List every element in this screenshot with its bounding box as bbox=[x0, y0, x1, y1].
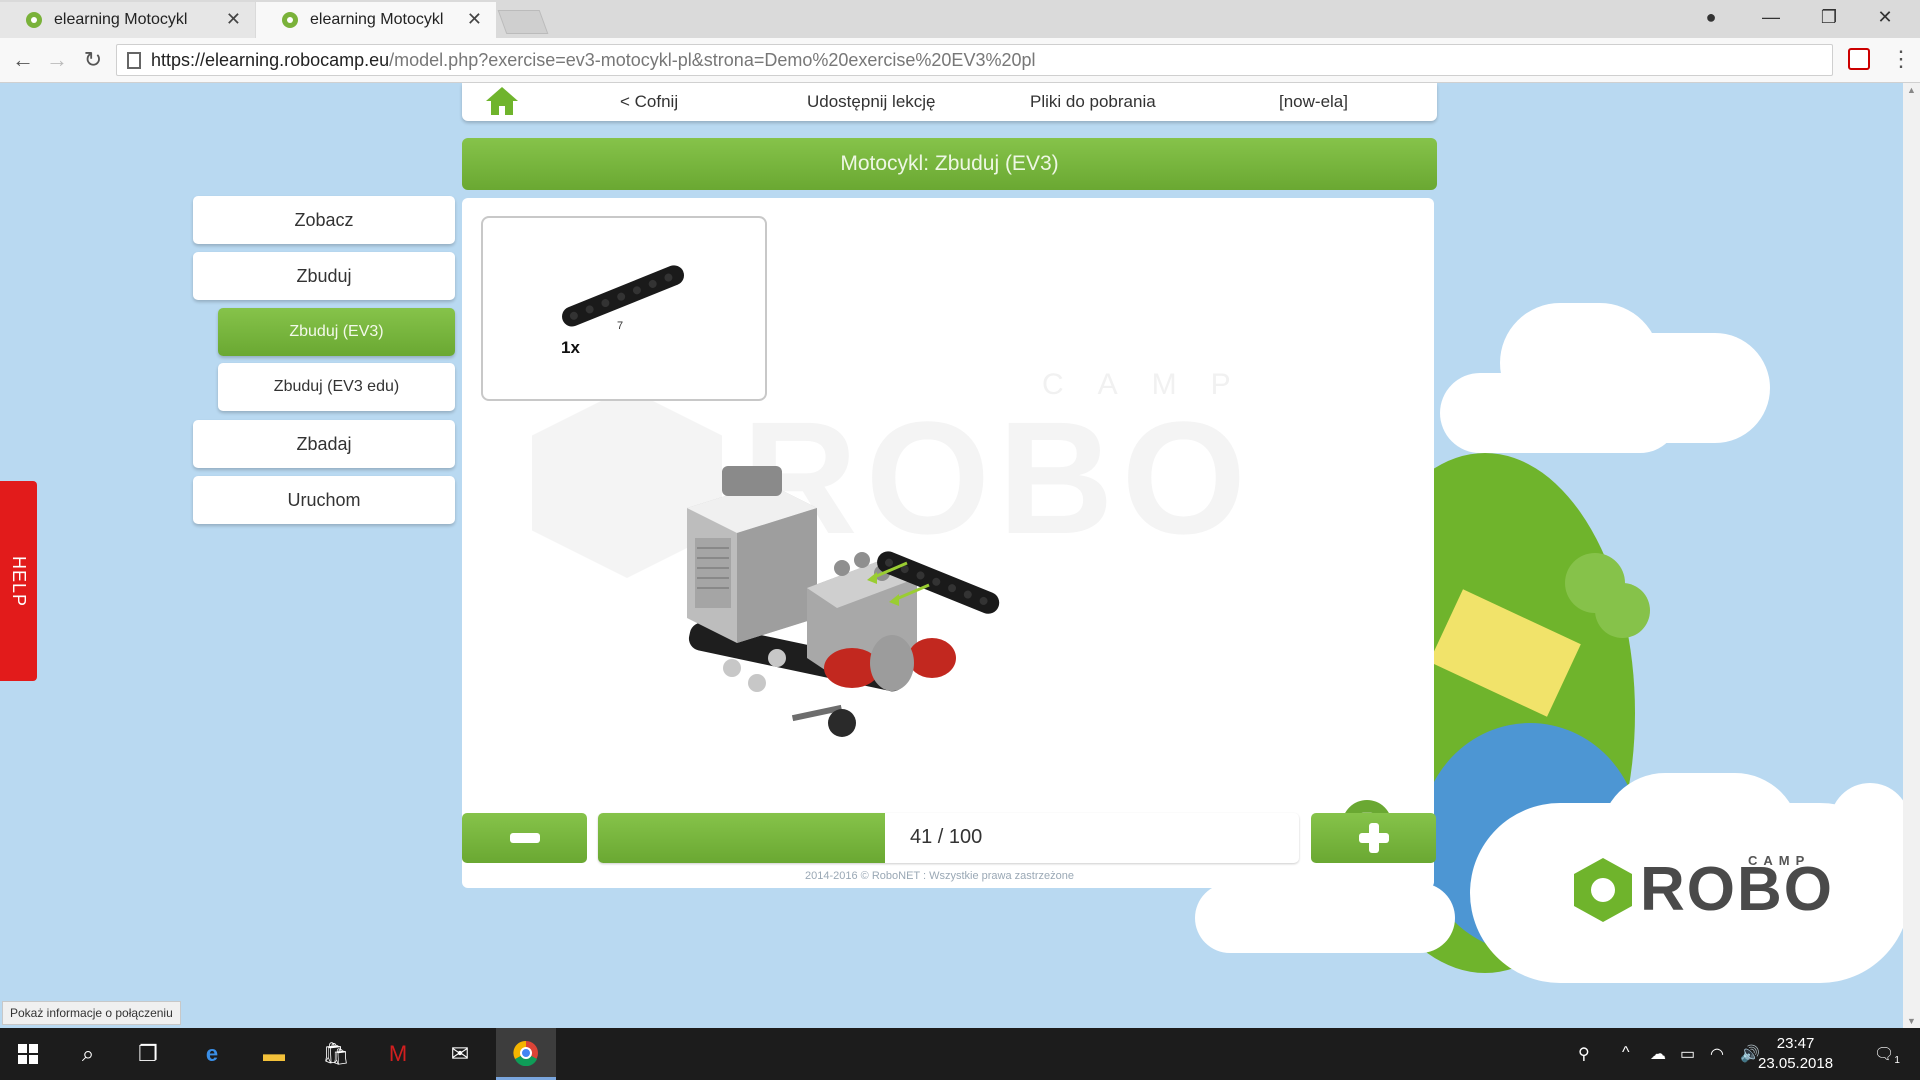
url-path: /model.php?exercise=ev3-motocykl-pl&stro… bbox=[389, 49, 1036, 70]
sidebar-item-zbuduj-ev3-edu[interactable]: Zbuduj (EV3 edu) bbox=[218, 363, 455, 411]
instruction-panel: ROBO CAMP 7 1x bbox=[462, 198, 1434, 888]
tab-title: elearning Motocykl bbox=[310, 11, 444, 28]
browser-toolbar: ← → ↻ https://elearning.robocamp.eu /mod… bbox=[0, 38, 1920, 83]
new-tab-button[interactable] bbox=[497, 10, 549, 34]
build-step-illustration bbox=[687, 466, 1000, 737]
watermark-camp-text: CAMP bbox=[1042, 368, 1265, 401]
close-tab-icon[interactable]: ✕ bbox=[467, 9, 482, 30]
store-icon[interactable]: 🛍 bbox=[308, 1028, 364, 1080]
edge-browser-icon[interactable]: e bbox=[184, 1028, 240, 1080]
url-host: https://elearning.robocamp.eu bbox=[151, 49, 390, 70]
help-tab[interactable]: HELP bbox=[0, 481, 37, 681]
logo-robo-text: ROBO bbox=[1640, 855, 1834, 924]
beam-part-icon: 7 bbox=[562, 265, 685, 332]
sidebar-item-zbadaj[interactable]: Zbadaj bbox=[193, 420, 455, 468]
back-link[interactable]: < Cofnij bbox=[620, 92, 678, 112]
address-bar[interactable]: https://elearning.robocamp.eu /model.php… bbox=[116, 44, 1833, 76]
back-arrow-icon[interactable]: ← bbox=[6, 44, 40, 76]
tree-illustration bbox=[1595, 583, 1650, 638]
action-center-icon[interactable]: 🗨1 bbox=[1874, 1044, 1900, 1066]
robocamp-hex-icon bbox=[1574, 858, 1632, 922]
close-tab-icon[interactable]: ✕ bbox=[226, 9, 241, 30]
part-quantity: 1x bbox=[561, 338, 580, 357]
progress-fill bbox=[598, 813, 886, 863]
previous-step-button[interactable] bbox=[462, 813, 587, 863]
file-explorer-icon[interactable]: ▬ bbox=[246, 1028, 302, 1080]
sidebar-item-zobacz[interactable]: Zobacz bbox=[193, 196, 455, 244]
robocamp-favicon-icon bbox=[282, 12, 298, 28]
top-navigation: < Cofnij Udostępnij lekcję Pliki do pobr… bbox=[462, 83, 1437, 121]
close-window-icon[interactable]: ✕ bbox=[1862, 0, 1908, 34]
minus-icon bbox=[509, 833, 540, 843]
volume-icon[interactable]: 🔊 bbox=[1740, 1044, 1760, 1064]
onedrive-cloud-icon[interactable]: ☁ bbox=[1650, 1044, 1666, 1064]
browser-tab-bar: elearning Motocykl ✕ elearning Motocykl … bbox=[0, 0, 1920, 38]
notification-count: 1 bbox=[1894, 1055, 1900, 1067]
robocamp-logo: ROBO bbox=[1574, 858, 1834, 922]
plus-icon bbox=[1358, 823, 1389, 853]
clock-date: 23.05.2018 bbox=[1758, 1055, 1834, 1072]
task-view-icon[interactable]: ❐ bbox=[120, 1028, 176, 1080]
cloud-illustration bbox=[1830, 783, 1910, 883]
forward-arrow-icon[interactable]: → bbox=[40, 44, 74, 76]
windows-taskbar: ⌕ ❐ e ▬ 🛍 M ✉ ⚲ ^ ☁ ▭ ◠ 🔊 23:47 23.05.20… bbox=[0, 1028, 1920, 1080]
parts-list-box: 7 1x bbox=[481, 216, 767, 401]
tab-title: elearning Motocykl bbox=[54, 11, 188, 28]
taskbar-clock[interactable]: 23:47 23.05.2018 bbox=[1758, 1034, 1833, 1074]
chrome-taskbar-icon[interactable] bbox=[496, 1028, 556, 1080]
browser-menu-icon[interactable]: ⋮ bbox=[1890, 46, 1912, 72]
downloads-link[interactable]: Pliki do pobrania bbox=[1030, 92, 1156, 112]
beam-length-label: 7 bbox=[617, 320, 623, 332]
home-icon[interactable] bbox=[486, 87, 518, 117]
user-link[interactable]: [now-ela] bbox=[1279, 92, 1348, 112]
windows-start-icon[interactable] bbox=[0, 1028, 56, 1080]
extension-shield-icon[interactable] bbox=[1848, 48, 1870, 70]
share-lesson-link[interactable]: Udostępnij lekcję bbox=[807, 92, 936, 112]
copyright-text: 2014-2016 © RoboNET : Wszystkie prawa za… bbox=[805, 870, 1074, 882]
robocamp-favicon-icon bbox=[26, 12, 42, 28]
mcafee-icon[interactable]: M bbox=[370, 1028, 426, 1080]
step-progress-bar[interactable]: 41 / 100 bbox=[598, 813, 1299, 863]
sidebar-item-zbuduj-ev3[interactable]: Zbuduj (EV3) bbox=[218, 308, 455, 356]
restore-icon[interactable]: ❐ bbox=[1806, 0, 1852, 34]
step-counter: 41 / 100 bbox=[910, 826, 983, 848]
next-step-button[interactable] bbox=[1311, 813, 1436, 863]
reload-icon[interactable]: ↻ bbox=[76, 44, 110, 76]
page-info-icon[interactable] bbox=[127, 51, 141, 69]
page-title: Motocykl: Zbuduj (EV3) bbox=[462, 138, 1437, 190]
cloud-illustration bbox=[1195, 883, 1455, 953]
people-icon[interactable]: ⚲ bbox=[1578, 1044, 1590, 1064]
page-scrollbar[interactable] bbox=[1903, 83, 1920, 1028]
browser-tab-1[interactable]: elearning Motocykl ✕ bbox=[0, 2, 255, 38]
sidebar-item-uruchom[interactable]: Uruchom bbox=[193, 476, 455, 524]
mail-icon[interactable]: ✉ bbox=[432, 1028, 488, 1080]
tray-chevron-up-icon[interactable]: ^ bbox=[1622, 1044, 1630, 1062]
profile-icon[interactable]: ● bbox=[1688, 0, 1734, 34]
help-label: HELP bbox=[9, 555, 29, 607]
connection-info-tooltip: Pokaż informacje o połączeniu bbox=[2, 1001, 181, 1025]
browser-tab-2[interactable]: elearning Motocykl ✕ bbox=[256, 2, 496, 38]
clock-time: 23:47 bbox=[1776, 1035, 1815, 1052]
search-icon[interactable]: ⌕ bbox=[60, 1028, 116, 1080]
minimize-icon[interactable]: — bbox=[1748, 0, 1794, 34]
sidebar-item-zbuduj[interactable]: Zbuduj bbox=[193, 252, 455, 300]
battery-icon[interactable]: ▭ bbox=[1680, 1044, 1695, 1064]
page-viewport: CAMP ROBO < Cofnij Udostępnij lekcję Pli… bbox=[0, 83, 1920, 1028]
cloud-illustration bbox=[1590, 333, 1770, 443]
wifi-icon[interactable]: ◠ bbox=[1710, 1044, 1724, 1064]
